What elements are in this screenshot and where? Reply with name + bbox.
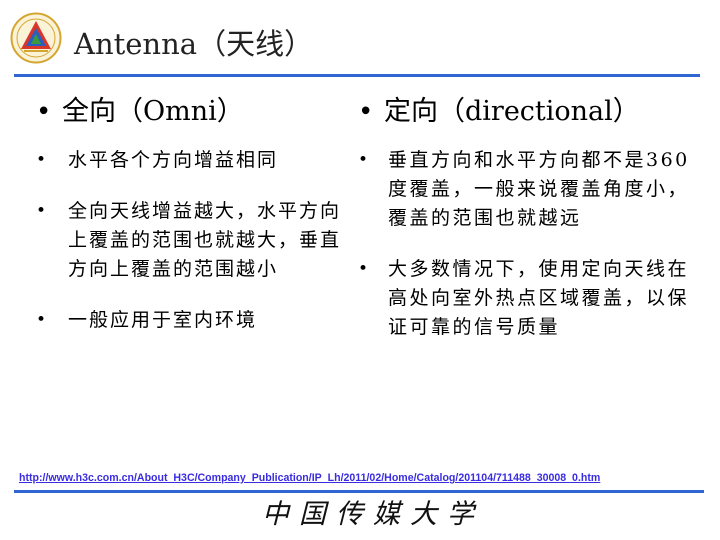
bullet-icon: • xyxy=(358,259,369,279)
list-item: • 一般应用于室内环境 xyxy=(36,306,346,335)
list-item-text: 水平各个方向增益相同 xyxy=(68,149,279,171)
directional-column: • 定向（directional） • 垂直方向和水平方向都不是360度覆盖，一… xyxy=(358,92,698,364)
directional-points: • 垂直方向和水平方向都不是360度覆盖，一般来说覆盖角度小，覆盖的范围也就越远… xyxy=(358,146,698,342)
directional-heading-item: • 定向（directional） xyxy=(358,92,698,132)
list-item: • 垂直方向和水平方向都不是360度覆盖，一般来说覆盖角度小，覆盖的范围也就越远 xyxy=(358,146,698,233)
directional-heading: 定向（directional） xyxy=(384,96,640,127)
university-logo xyxy=(10,12,62,64)
list-item-text: 垂直方向和水平方向都不是360度覆盖，一般来说覆盖角度小，覆盖的范围也就越远 xyxy=(388,149,690,229)
bullet-icon: • xyxy=(358,150,369,170)
bullet-icon: • xyxy=(358,97,374,127)
bullet-icon: • xyxy=(36,97,52,127)
omni-column: • 全向（Omni） • 水平各个方向增益相同 • 全向天线增益越大，水平方向上… xyxy=(36,92,346,357)
list-item: • 大多数情况下，使用定向天线在高处向室外热点区域覆盖，以保证可靠的信号质量 xyxy=(358,255,698,342)
omni-heading: 全向（Omni） xyxy=(62,96,244,127)
footer-divider xyxy=(14,490,704,493)
list-item-text: 一般应用于室内环境 xyxy=(68,309,258,331)
list-item-text: 大多数情况下，使用定向天线在高处向室外热点区域覆盖，以保证可靠的信号质量 xyxy=(388,258,690,338)
source-link[interactable]: http://www.h3c.com.cn/About_H3C/Company_… xyxy=(19,472,600,484)
bullet-icon: • xyxy=(36,150,47,170)
slide-title: Antenna（天线） xyxy=(74,27,314,61)
omni-heading-item: • 全向（Omni） xyxy=(36,92,346,132)
university-name: 中国传媒大学 xyxy=(262,499,484,530)
bullet-icon: • xyxy=(36,310,47,330)
list-item: • 全向天线增益越大，水平方向上覆盖的范围也就越大，垂直方向上覆盖的范围越小 xyxy=(36,197,346,284)
bullet-icon: • xyxy=(36,201,47,221)
omni-points: • 水平各个方向增益相同 • 全向天线增益越大，水平方向上覆盖的范围也就越大，垂… xyxy=(36,146,346,335)
title-divider xyxy=(14,74,700,77)
list-item-text: 全向天线增益越大，水平方向上覆盖的范围也就越大，垂直方向上覆盖的范围越小 xyxy=(68,200,342,280)
list-item: • 水平各个方向增益相同 xyxy=(36,146,346,175)
